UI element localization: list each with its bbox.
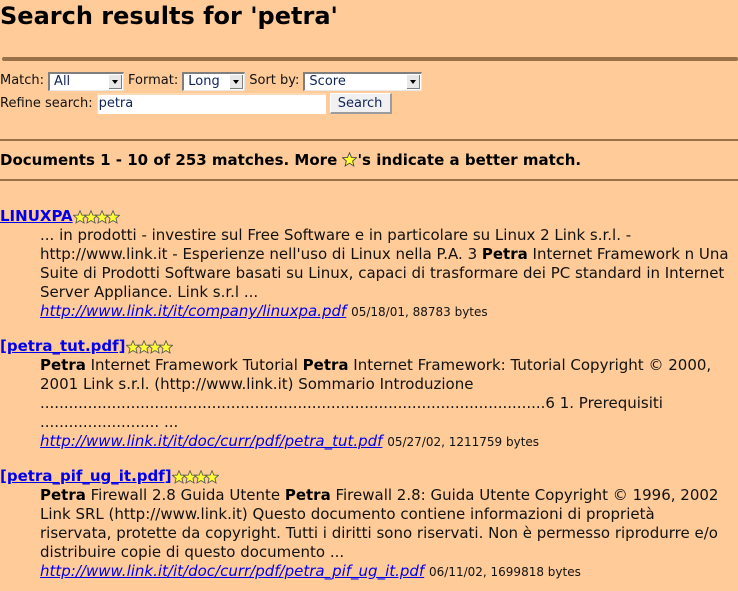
format-select-value: Long xyxy=(188,73,220,89)
match-select-value: All xyxy=(54,73,71,89)
refine-label: Refine search: xyxy=(0,95,93,111)
search-button[interactable]: Search xyxy=(329,93,392,114)
results-summary: Documents 1 - 10 of 253 matches. More 's… xyxy=(0,150,581,170)
result-item: LINUXPA ... in prodotti - investire sul … xyxy=(0,207,738,322)
highlighted-term: Petra xyxy=(40,356,86,374)
divider xyxy=(0,179,738,181)
rating-stars xyxy=(72,208,120,226)
page-title: Search results for 'petra' xyxy=(0,2,338,30)
star-icon xyxy=(204,470,219,484)
divider xyxy=(2,57,738,61)
snippet-text: Firewall 2.8 Guida Utente xyxy=(85,486,285,504)
sortby-select-value: Score xyxy=(309,73,346,89)
star-icon xyxy=(158,340,173,354)
result-info: 05/18/01, 88783 bytes xyxy=(351,305,488,319)
rating-stars xyxy=(171,468,219,486)
result-info: 06/11/02, 1699818 bytes xyxy=(429,565,581,579)
result-url-link[interactable]: http://www.link.it/it/company/linuxpa.pd… xyxy=(40,302,346,320)
match-select[interactable]: All xyxy=(48,71,125,91)
summary-prefix: Documents 1 - 10 of 253 matches. More xyxy=(0,151,343,169)
highlighted-term: Petra xyxy=(284,486,331,504)
rating-stars xyxy=(125,338,173,356)
star-icon xyxy=(105,210,120,224)
refine-row: Refine search: petra Search xyxy=(0,93,392,114)
refine-search-input[interactable]: petra xyxy=(96,93,326,114)
result-title-link[interactable]: [petra_pif_ug_it.pdf] xyxy=(0,467,172,485)
result-snippet: Petra Internet Framework Tutorial Petra … xyxy=(40,356,730,432)
chevron-down-icon[interactable] xyxy=(230,74,244,89)
result-snippet: ... in prodotti - investire sul Free Sof… xyxy=(40,226,730,302)
chevron-down-icon[interactable] xyxy=(407,74,421,89)
chevron-down-icon[interactable] xyxy=(109,74,123,89)
highlighted-term: Petra xyxy=(481,245,528,263)
result-title-link[interactable]: LINUXPA xyxy=(0,207,73,225)
star-icon xyxy=(342,152,358,167)
highlighted-term: Petra xyxy=(40,486,86,504)
result-url-link[interactable]: http://www.link.it/it/doc/curr/pdf/petra… xyxy=(40,562,424,580)
format-select[interactable]: Long xyxy=(182,71,246,91)
divider xyxy=(0,139,738,141)
match-label: Match: xyxy=(0,73,45,88)
result-item: [petra_tut.pdf] Petra Internet Framework… xyxy=(0,337,738,452)
result-snippet: Petra Firewall 2.8 Guida Utente Petra Fi… xyxy=(40,486,730,562)
result-title-link[interactable]: [petra_tut.pdf] xyxy=(0,337,126,355)
highlighted-term: Petra xyxy=(302,356,349,374)
snippet-text: Internet Framework Tutorial xyxy=(85,356,303,374)
sortby-select[interactable]: Score xyxy=(303,71,423,91)
search-options-row: Match: All Format: Long Sort by: Score xyxy=(0,71,426,91)
result-url-link[interactable]: http://www.link.it/it/doc/curr/pdf/petra… xyxy=(40,432,382,450)
result-item: [petra_pif_ug_it.pdf] Petra Firewall 2.8… xyxy=(0,467,738,582)
result-info: 05/27/02, 1211759 bytes xyxy=(387,435,540,449)
format-label: Format: xyxy=(128,73,179,88)
sortby-label: Sort by: xyxy=(249,73,300,88)
summary-suffix: 's indicate a better match. xyxy=(357,151,582,169)
